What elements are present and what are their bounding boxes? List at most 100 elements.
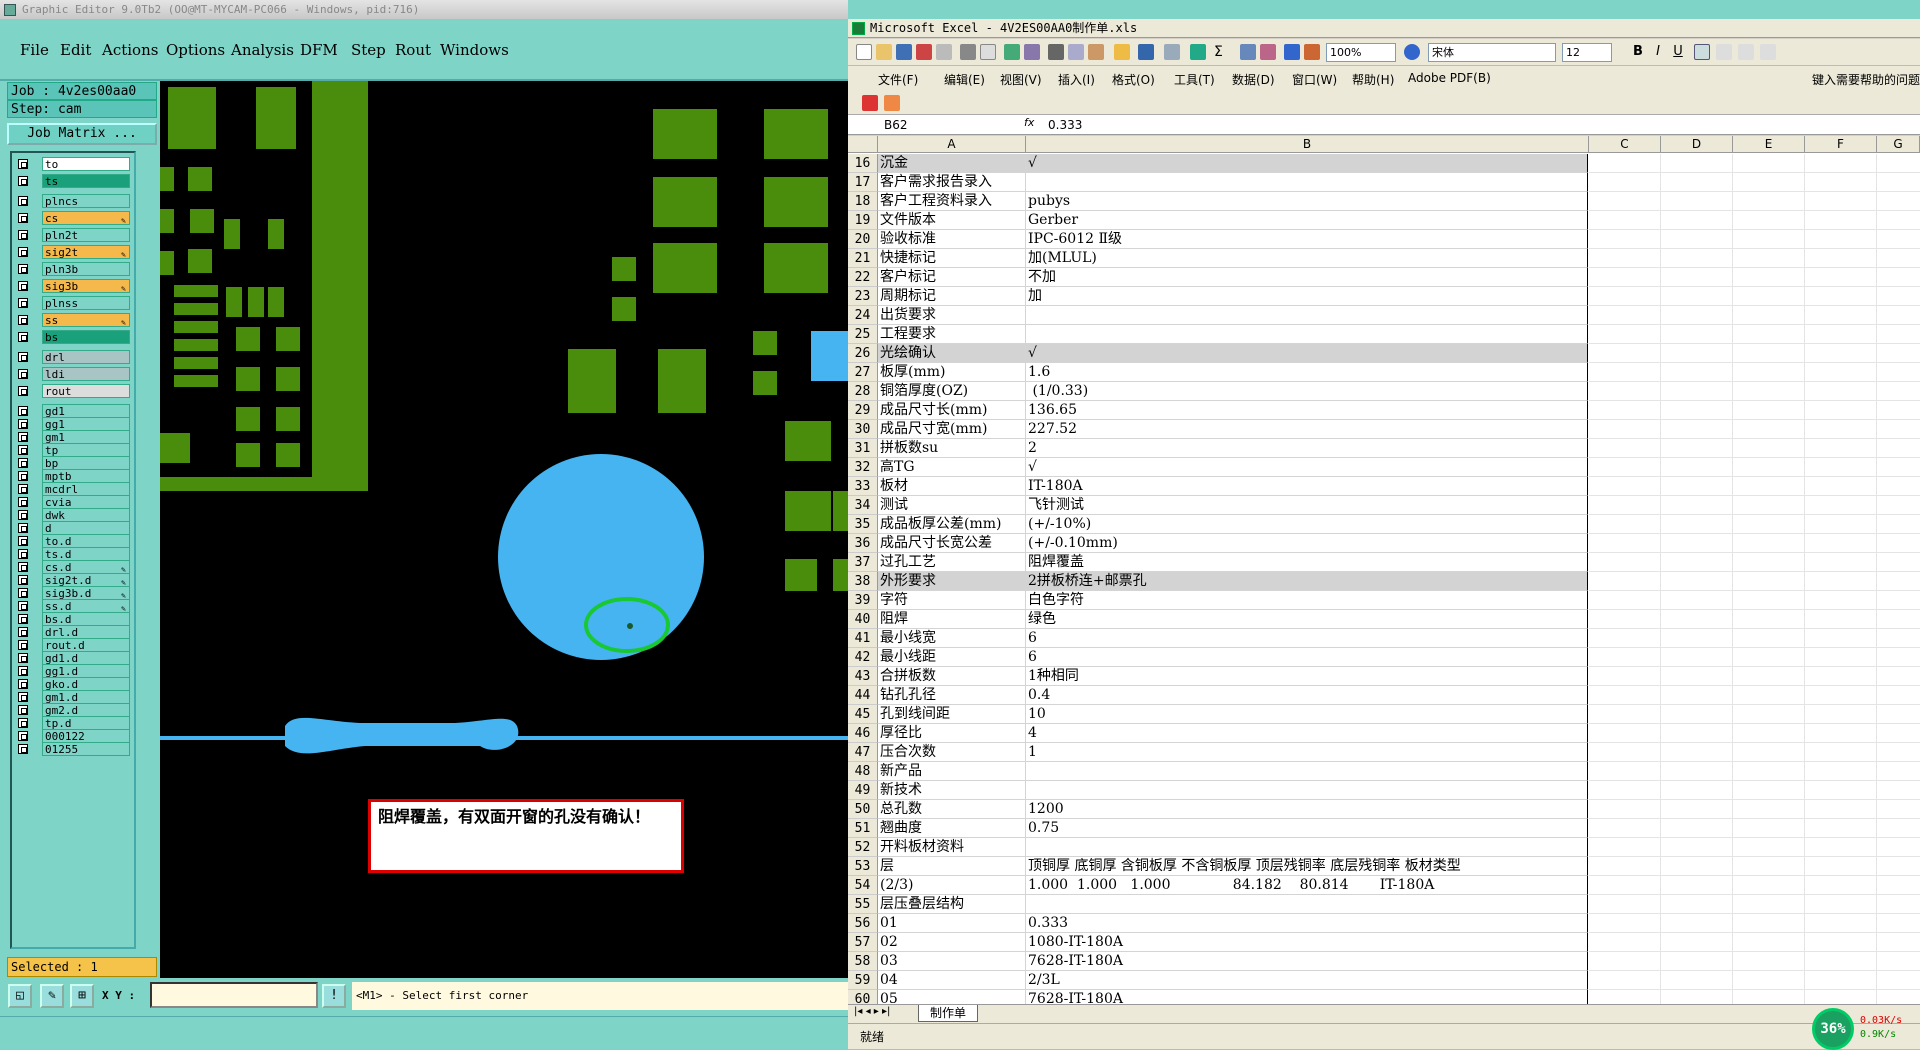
empty-cells[interactable] — [1589, 173, 1920, 192]
layer-checkbox[interactable] — [18, 731, 28, 741]
layer-row[interactable]: pln3b — [16, 262, 130, 276]
layer-name[interactable]: cs ✎ — [42, 211, 130, 225]
menu-actions[interactable]: Actions — [102, 41, 158, 59]
cell-b[interactable]: 1.6 — [1026, 363, 1588, 382]
layer-row[interactable]: rout — [16, 384, 130, 398]
row-number[interactable]: 32 — [848, 458, 878, 477]
layer-checkbox[interactable] — [18, 213, 28, 223]
layer-checkbox[interactable] — [18, 406, 28, 416]
name-box[interactable]: B62 — [854, 116, 974, 134]
empty-cells[interactable] — [1589, 325, 1920, 344]
empty-cells[interactable] — [1589, 724, 1920, 743]
row-number[interactable]: 59 — [848, 971, 878, 990]
layer-checkbox[interactable] — [18, 510, 28, 520]
cell-a[interactable]: 铜箔厚度(OZ) — [878, 382, 1026, 401]
sheet-tab[interactable]: 制作单 — [918, 1005, 978, 1022]
layer-name[interactable]: tp.d — [42, 716, 130, 730]
cell-b[interactable]: √ — [1026, 154, 1588, 173]
layer-checkbox[interactable] — [18, 352, 28, 362]
row-number[interactable]: 22 — [848, 268, 878, 287]
row-number[interactable]: 49 — [848, 781, 878, 800]
hyperlink-icon[interactable] — [1190, 44, 1206, 60]
cell-b[interactable]: 阻焊覆盖 — [1026, 553, 1588, 572]
cell-a[interactable]: 最小线距 — [878, 648, 1026, 667]
cell-a[interactable]: 出货要求 — [878, 306, 1026, 325]
open-icon[interactable] — [876, 44, 892, 60]
undo-icon[interactable] — [1138, 44, 1154, 60]
cell-b[interactable] — [1026, 306, 1588, 325]
sort-asc-icon[interactable] — [1240, 44, 1256, 60]
cell-a[interactable]: 客户标记 — [878, 268, 1026, 287]
layer-row[interactable]: gko.d — [16, 677, 130, 691]
cell-b[interactable]: 0.4 — [1026, 686, 1588, 705]
menu-view-cn[interactable]: 视图(V) — [1000, 71, 1042, 88]
spelling-icon[interactable] — [1004, 44, 1020, 60]
cell-b[interactable]: (+/-10%) — [1026, 515, 1588, 534]
layer-row[interactable]: cvia — [16, 495, 130, 509]
merge-center-icon[interactable] — [1760, 44, 1776, 60]
layer-checkbox[interactable] — [18, 705, 28, 715]
layer-row[interactable]: tp.d — [16, 716, 130, 730]
row-number[interactable]: 24 — [848, 306, 878, 325]
menu-tools-cn[interactable]: 工具(T) — [1174, 71, 1215, 88]
layer-name[interactable]: ts — [42, 174, 130, 188]
chart-wizard-icon[interactable] — [1284, 44, 1300, 60]
cell-a[interactable]: 测试 — [878, 496, 1026, 515]
row-number[interactable]: 29 — [848, 401, 878, 420]
cell-b[interactable]: (+/-0.10mm) — [1026, 534, 1588, 553]
cell-b[interactable] — [1026, 781, 1588, 800]
autosum-icon[interactable]: Σ — [1214, 44, 1230, 60]
grid-tool-icon[interactable]: ⊞ — [70, 984, 94, 1008]
row-number[interactable]: 52 — [848, 838, 878, 857]
font-size-select[interactable]: 12 — [1562, 43, 1612, 62]
cell-b[interactable] — [1026, 762, 1588, 781]
cell-b[interactable]: 绿色 — [1026, 610, 1588, 629]
row-number[interactable]: 20 — [848, 230, 878, 249]
empty-cells[interactable] — [1589, 420, 1920, 439]
empty-cells[interactable] — [1589, 990, 1920, 1004]
cell-b[interactable]: 136.65 — [1026, 401, 1588, 420]
layer-checkbox[interactable] — [18, 471, 28, 481]
empty-cells[interactable] — [1589, 496, 1920, 515]
layer-row[interactable]: gd1.d — [16, 651, 130, 665]
cell-b[interactable]: 7628-IT-180A — [1026, 990, 1588, 1004]
empty-cells[interactable] — [1589, 249, 1920, 268]
row-number[interactable]: 16 — [848, 154, 878, 173]
cell-b[interactable]: 加 — [1026, 287, 1588, 306]
empty-cells[interactable] — [1589, 971, 1920, 990]
layer-checkbox[interactable] — [18, 196, 28, 206]
empty-cells[interactable] — [1589, 192, 1920, 211]
row-number[interactable]: 30 — [848, 420, 878, 439]
email-icon[interactable] — [936, 44, 952, 60]
cell-a[interactable]: 总孔数 — [878, 800, 1026, 819]
layer-name[interactable]: pln2t — [42, 228, 130, 242]
cell-b[interactable] — [1026, 838, 1588, 857]
cell-b[interactable]: √ — [1026, 344, 1588, 363]
empty-cells[interactable] — [1589, 363, 1920, 382]
empty-cells[interactable] — [1589, 553, 1920, 572]
row-number[interactable]: 56 — [848, 914, 878, 933]
empty-cells[interactable] — [1589, 439, 1920, 458]
row-number[interactable]: 53 — [848, 857, 878, 876]
layer-name[interactable]: drl — [42, 350, 130, 364]
menu-window-cn[interactable]: 窗口(W) — [1292, 71, 1337, 88]
layer-name[interactable]: ts.d — [42, 547, 130, 561]
cell-b[interactable]: 227.52 — [1026, 420, 1588, 439]
column-header-f[interactable]: F — [1805, 136, 1877, 153]
cell-b[interactable]: 1 — [1026, 743, 1588, 762]
empty-cells[interactable] — [1589, 876, 1920, 895]
font-select[interactable]: 宋体 — [1428, 43, 1556, 62]
pdf-convert-icon[interactable] — [862, 95, 878, 111]
cell-a[interactable]: 成品尺寸长宽公差 — [878, 534, 1026, 553]
cell-a[interactable]: 客户需求报告录入 — [878, 173, 1026, 192]
cell-a[interactable]: 板厚(mm) — [878, 363, 1026, 382]
layer-checkbox[interactable] — [18, 264, 28, 274]
cell-a[interactable]: 翘曲度 — [878, 819, 1026, 838]
alert-icon[interactable]: ! — [322, 984, 346, 1008]
empty-cells[interactable] — [1589, 382, 1920, 401]
cell-a[interactable]: 拼板数su — [878, 439, 1026, 458]
layer-checkbox[interactable] — [18, 298, 28, 308]
empty-cells[interactable] — [1589, 895, 1920, 914]
network-monitor-badge[interactable]: 36% — [1812, 1008, 1854, 1050]
layer-row[interactable]: d — [16, 521, 130, 535]
